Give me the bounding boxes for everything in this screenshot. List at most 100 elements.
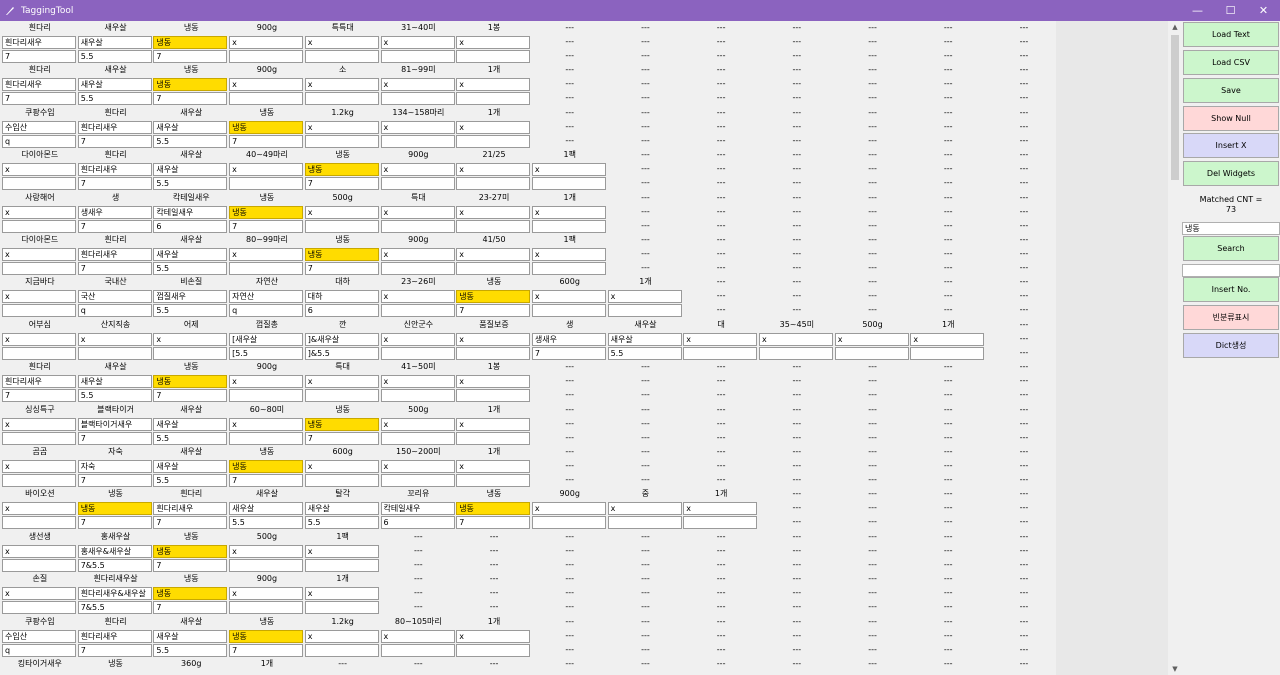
- tag-entry[interactable]: 새우살: [229, 502, 304, 516]
- maximize-icon[interactable]: ☐: [1214, 0, 1247, 21]
- tag-entry[interactable]: 냉동: [229, 120, 304, 134]
- code-entry[interactable]: [531, 262, 606, 275]
- code-entry[interactable]: 5.5: [229, 516, 304, 530]
- code-entry[interactable]: [380, 389, 455, 403]
- tag-entry[interactable]: x: [229, 163, 304, 177]
- code-entry[interactable]: [304, 601, 379, 615]
- code-entry[interactable]: 7: [77, 262, 152, 275]
- tag-entry[interactable]: 새우살: [153, 629, 228, 643]
- tag-entry[interactable]: 냉동: [304, 248, 379, 261]
- tag-entry[interactable]: x: [304, 120, 379, 134]
- tag-entry[interactable]: x: [304, 375, 379, 389]
- save-button[interactable]: Save: [1183, 78, 1279, 103]
- insert-no-input[interactable]: [1182, 264, 1280, 277]
- code-entry[interactable]: 7: [229, 474, 304, 487]
- search-button[interactable]: Search: [1183, 236, 1279, 261]
- tag-entry[interactable]: x: [229, 78, 304, 92]
- tag-entry[interactable]: x: [531, 502, 606, 516]
- tag-entry[interactable]: x: [834, 332, 909, 346]
- tag-entry[interactable]: x: [456, 332, 531, 346]
- tag-entry[interactable]: 껍질새우: [153, 290, 228, 304]
- tag-entry[interactable]: 대하: [304, 290, 379, 304]
- code-entry[interactable]: 7: [77, 516, 152, 530]
- tag-entry[interactable]: 냉동: [229, 629, 304, 643]
- tag-entry[interactable]: x: [229, 375, 304, 389]
- code-entry[interactable]: [2, 558, 76, 572]
- code-entry[interactable]: [2, 601, 76, 615]
- code-entry[interactable]: [380, 474, 455, 487]
- code-entry[interactable]: [2, 177, 76, 191]
- code-entry[interactable]: 7: [153, 50, 228, 63]
- tag-entry[interactable]: x: [2, 290, 76, 304]
- tag-entry[interactable]: x: [683, 502, 758, 516]
- tag-entry[interactable]: x: [607, 290, 682, 304]
- tag-entry[interactable]: x: [304, 460, 379, 473]
- tag-entry[interactable]: 냉동: [153, 78, 228, 92]
- tag-entry[interactable]: ]&새우살: [304, 332, 379, 346]
- code-entry[interactable]: [229, 558, 304, 572]
- code-entry[interactable]: [2, 346, 76, 360]
- tag-entry[interactable]: x: [380, 78, 455, 92]
- code-entry[interactable]: [380, 431, 455, 445]
- code-entry[interactable]: [229, 92, 304, 106]
- code-entry[interactable]: [2, 474, 76, 487]
- code-entry[interactable]: 7: [77, 134, 152, 148]
- tag-entry[interactable]: x: [77, 332, 152, 346]
- code-entry[interactable]: [456, 474, 531, 487]
- code-entry[interactable]: 6: [153, 219, 228, 233]
- tag-entry[interactable]: 새우살: [153, 163, 228, 177]
- code-entry[interactable]: [304, 92, 379, 106]
- tag-entry[interactable]: x: [531, 248, 606, 261]
- code-entry[interactable]: ]&5.5: [304, 346, 379, 360]
- tag-entry[interactable]: x: [2, 417, 76, 431]
- code-entry[interactable]: 7: [77, 474, 152, 487]
- code-entry[interactable]: [759, 346, 833, 360]
- scroll-up-icon[interactable]: ▲: [1168, 21, 1182, 33]
- tag-entry[interactable]: 새우살: [153, 460, 228, 473]
- tag-entry[interactable]: x: [380, 36, 455, 49]
- code-entry[interactable]: 5.5: [77, 50, 152, 63]
- code-entry[interactable]: 5.5: [153, 134, 228, 148]
- code-entry[interactable]: 7: [304, 431, 379, 445]
- code-entry[interactable]: [304, 643, 379, 657]
- tag-entry[interactable]: x: [456, 205, 531, 219]
- minimize-icon[interactable]: —: [1181, 0, 1214, 21]
- code-entry[interactable]: q: [2, 134, 76, 148]
- code-entry[interactable]: 7: [153, 516, 228, 530]
- code-entry[interactable]: [2, 304, 76, 318]
- code-entry[interactable]: [153, 346, 228, 360]
- tag-entry[interactable]: x: [380, 120, 455, 134]
- code-entry[interactable]: [380, 134, 455, 148]
- code-entry[interactable]: [456, 92, 531, 106]
- code-entry[interactable]: [456, 389, 531, 403]
- tag-entry[interactable]: x: [456, 629, 531, 643]
- code-entry[interactable]: 5.5: [153, 474, 228, 487]
- tag-entry[interactable]: 흰다리새우: [77, 120, 152, 134]
- code-entry[interactable]: 5.5: [153, 262, 228, 275]
- tag-entry[interactable]: x: [229, 36, 304, 49]
- code-entry[interactable]: [380, 262, 455, 275]
- code-entry[interactable]: 7: [77, 219, 152, 233]
- tag-entry[interactable]: x: [380, 248, 455, 261]
- code-entry[interactable]: 5.5: [304, 516, 379, 530]
- code-entry[interactable]: [380, 346, 455, 360]
- code-entry[interactable]: 7: [531, 346, 606, 360]
- tag-entry[interactable]: x: [2, 163, 76, 177]
- close-icon[interactable]: ✕: [1247, 0, 1280, 21]
- code-entry[interactable]: [683, 346, 758, 360]
- tag-entry[interactable]: x: [910, 332, 985, 346]
- tag-entry[interactable]: x: [380, 205, 455, 219]
- code-entry[interactable]: [380, 177, 455, 191]
- tag-entry[interactable]: 흰다리새우: [2, 78, 76, 92]
- code-entry[interactable]: [456, 50, 531, 63]
- tag-entry[interactable]: 냉동: [77, 502, 152, 516]
- tag-entry[interactable]: x: [683, 332, 758, 346]
- tag-entry[interactable]: x: [304, 205, 379, 219]
- code-entry[interactable]: 5.5: [607, 346, 682, 360]
- code-entry[interactable]: 7: [229, 643, 304, 657]
- tag-entry[interactable]: x: [456, 36, 531, 49]
- code-entry[interactable]: 6: [304, 304, 379, 318]
- tag-entry[interactable]: 국산: [77, 290, 152, 304]
- search-input[interactable]: 냉동: [1182, 222, 1280, 235]
- tag-entry[interactable]: 냉동: [153, 544, 228, 558]
